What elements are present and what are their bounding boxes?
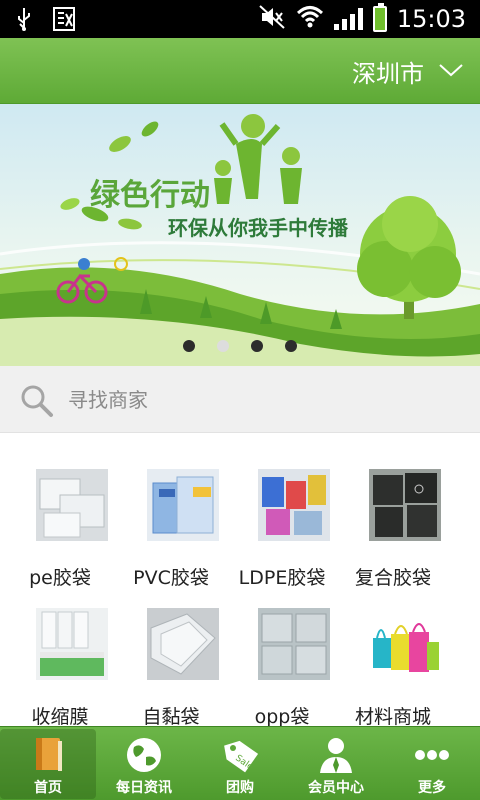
member-icon [316,735,356,775]
chevron-down-icon [438,62,464,82]
bottom-tab-bar: 首页 每日资讯 Sale 团购 会员中心 更多 [0,726,480,800]
city-selector[interactable]: 深圳市 [352,54,464,89]
category-image [147,469,219,541]
mute-icon [258,4,286,34]
category-composite-bag[interactable]: 复合胶袋 [333,469,453,589]
status-bar: 15:03 [0,0,480,38]
category-image [369,469,441,541]
category-label: opp袋 [254,706,310,728]
carousel-indicator[interactable] [0,340,480,352]
category-label: pe胶袋 [29,567,91,589]
category-image [147,608,219,680]
tab-label: 更多 [418,780,446,796]
category-shrink-film[interactable]: 收缩膜 [0,608,120,728]
wifi-icon [296,4,324,34]
category-label: 复合胶袋 [354,567,431,589]
banner-subtitle: 环保从你我手中传播 [168,216,348,240]
tab-label: 首页 [34,780,62,796]
sale-tag-icon: Sale [220,735,260,775]
tab-group-buy[interactable]: Sale 团购 [192,729,288,799]
carousel-dot[interactable] [285,340,297,352]
tab-label: 会员中心 [308,780,364,796]
carousel-dot[interactable] [251,340,263,352]
search-input[interactable]: 寻找商家 [68,384,148,413]
book-icon [28,735,68,775]
carousel-dot-active[interactable] [217,340,229,352]
category-material-mall[interactable]: 材料商城 [333,608,453,728]
category-image [369,608,441,680]
category-label: 材料商城 [354,706,431,728]
tab-daily-news[interactable]: 每日资讯 [96,729,192,799]
search-icon [20,384,54,422]
category-label: 自黏袋 [142,706,200,728]
category-label: PVC胶袋 [133,567,209,589]
carousel-dot[interactable] [183,340,195,352]
tab-home[interactable]: 首页 [0,729,96,799]
search-bar[interactable]: 寻找商家 [0,366,480,433]
usb-icon [14,6,34,36]
category-image [36,608,108,680]
category-self-adhesive-bag[interactable]: 自黏袋 [111,608,231,728]
battery-icon [372,3,387,32]
promo-banner[interactable]: 绿色行动 环保从你我手中传播 [0,104,480,366]
app-header: 深圳市 [0,38,480,104]
category-ldpe-bag[interactable]: LDPE胶袋 [222,469,342,589]
category-label: LDPE胶袋 [238,567,326,589]
tab-label: 每日资讯 [116,780,172,796]
city-name: 深圳市 [352,60,424,88]
debug-icon [52,6,76,36]
banner-title: 绿色行动 [90,178,210,213]
category-image [258,469,330,541]
category-pvc-bag[interactable]: PVC胶袋 [111,469,231,589]
globe-icon [124,735,164,775]
tab-more[interactable]: 更多 [384,729,480,799]
category-opp-bag[interactable]: opp袋 [222,608,342,728]
tab-label: 团购 [226,780,254,796]
tab-member-center[interactable]: 会员中心 [288,729,384,799]
category-image [258,608,330,680]
signal-icon [333,8,363,30]
category-label: 收缩膜 [31,706,89,728]
category-image [36,469,108,541]
category-pe-bag[interactable]: pe胶袋 [0,469,120,589]
clock: 15:03 [396,5,466,33]
more-icon [412,735,452,775]
